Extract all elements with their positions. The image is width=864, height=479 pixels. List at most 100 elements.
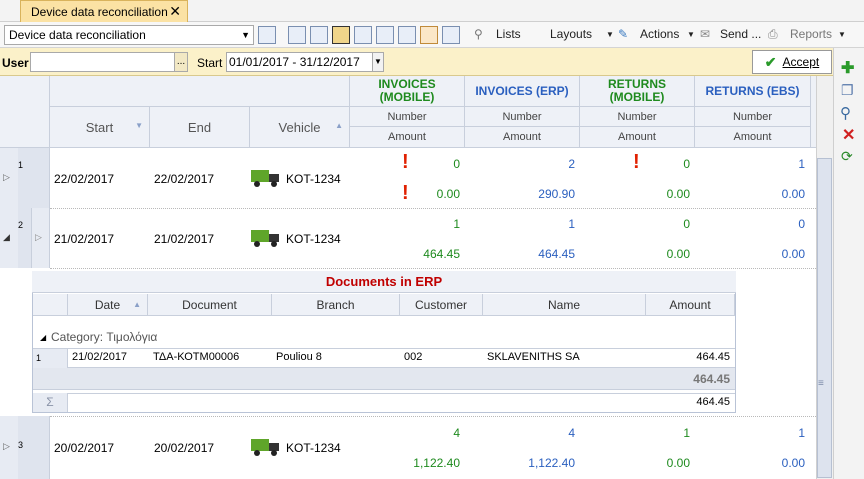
detail-table-row[interactable] bbox=[33, 348, 735, 368]
send-icon: ✉ bbox=[700, 27, 711, 41]
accept-button[interactable]: ✔ Accept bbox=[752, 50, 832, 74]
checkmark-icon: ✔ bbox=[764, 53, 777, 70]
invoices-mobile-number: 4 bbox=[453, 426, 460, 440]
form-view-icon[interactable] bbox=[288, 26, 306, 44]
subheader-amount[interactable]: Amount bbox=[695, 127, 811, 148]
detail-column-document[interactable]: Document bbox=[148, 294, 272, 316]
detail-column-date[interactable]: Date ▲ bbox=[68, 294, 148, 316]
close-icon[interactable]: ✕ bbox=[169, 3, 181, 20]
column-header-end[interactable]: End bbox=[150, 107, 250, 148]
subheader-number[interactable]: Number bbox=[465, 107, 580, 127]
browse-view-icon[interactable] bbox=[332, 26, 350, 44]
add-icon[interactable]: ✚ bbox=[841, 58, 854, 78]
expand-icon[interactable]: ▷ bbox=[3, 172, 10, 183]
category-group-label: Category: Τιμολόγια bbox=[51, 330, 158, 344]
returns-mobile-number: 0 bbox=[683, 157, 690, 171]
row-divider bbox=[50, 416, 816, 417]
returns-ebs-amount: 0.00 bbox=[781, 456, 805, 470]
grand-total: 464.45 bbox=[696, 396, 730, 408]
group-header-returns-mobile[interactable]: RETURNS (MOBILE) bbox=[580, 76, 695, 107]
search-icon[interactable]: ⚲ bbox=[840, 104, 851, 122]
filter-icon[interactable] bbox=[258, 26, 276, 44]
group-header-invoices-mobile[interactable]: INVOICES (MOBILE) bbox=[350, 76, 465, 107]
returns-ebs-amount: 0.00 bbox=[781, 247, 805, 261]
invoices-erp-number: 1 bbox=[568, 217, 575, 231]
invoices-mobile-amount: 0.00 bbox=[436, 187, 460, 201]
returns-ebs-number: 0 bbox=[798, 217, 805, 231]
expand-icon[interactable]: ▷ bbox=[3, 441, 10, 452]
row-number: 2 bbox=[18, 208, 32, 268]
group-header-spacer bbox=[50, 76, 350, 107]
column-header-vehicle-label: Vehicle bbox=[278, 119, 321, 135]
end-cell: 20/02/2017 bbox=[154, 441, 215, 455]
refresh-icon[interactable]: ⟳ bbox=[841, 148, 853, 165]
column-header-vehicle[interactable]: Vehicle ▲ bbox=[250, 107, 350, 148]
detail-name-cell: SKLAVENITHS SA bbox=[487, 351, 580, 363]
chevron-down-icon[interactable]: ▼ bbox=[372, 52, 384, 72]
invoices-erp-number: 4 bbox=[568, 426, 575, 440]
subheader-number[interactable]: Number bbox=[695, 107, 811, 127]
subheader-amount[interactable]: Amount bbox=[465, 127, 580, 148]
subheader-number[interactable]: Number bbox=[580, 107, 695, 127]
group-header-returns-ebs[interactable]: RETURNS (EBS) bbox=[695, 76, 811, 107]
delete-icon[interactable]: ✕ bbox=[842, 125, 855, 145]
table-view-icon[interactable] bbox=[354, 26, 372, 44]
lists-menu[interactable]: Lists bbox=[496, 27, 521, 41]
returns-mobile-number: 1 bbox=[683, 426, 690, 440]
refresh-icon[interactable] bbox=[420, 26, 438, 44]
scrollbar-thumb[interactable] bbox=[817, 158, 832, 478]
truck-icon bbox=[251, 230, 279, 247]
detail-column-amount[interactable]: Amount bbox=[646, 294, 735, 316]
truck-icon bbox=[251, 170, 279, 187]
copy-icon[interactable]: ❐ bbox=[841, 82, 854, 99]
invoices-mobile-number: 1 bbox=[453, 217, 460, 231]
edit-view-icon[interactable] bbox=[310, 26, 328, 44]
tab-device-data-reconciliation[interactable]: Device data reconciliation ✕ bbox=[20, 0, 188, 22]
vehicle-cell: KOT-1234 bbox=[286, 172, 341, 186]
subheader-amount[interactable]: Amount bbox=[580, 127, 695, 148]
row-number: 1 bbox=[18, 148, 50, 208]
chevron-down-icon: ▼ bbox=[241, 30, 250, 40]
group-header-invoices-erp[interactable]: INVOICES (ERP) bbox=[465, 76, 580, 107]
grid-view-icon[interactable] bbox=[376, 26, 394, 44]
returns-ebs-number: 1 bbox=[798, 157, 805, 171]
reports-menu[interactable]: Reports bbox=[790, 27, 832, 41]
row-indicator-header bbox=[0, 76, 50, 148]
user-input[interactable] bbox=[30, 52, 175, 72]
detail-column-customer[interactable]: Customer bbox=[400, 294, 483, 316]
subheader-amount[interactable]: Amount bbox=[350, 127, 465, 148]
detail-amount-cell: 464.45 bbox=[696, 351, 730, 363]
actions-menu[interactable]: Actions bbox=[640, 27, 679, 41]
subheader-number[interactable]: Number bbox=[350, 107, 465, 127]
start-cell: 21/02/2017 bbox=[54, 232, 115, 246]
invoices-erp-amount: 290.90 bbox=[538, 187, 575, 201]
vehicle-cell: KOT-1234 bbox=[286, 232, 341, 246]
invoices-erp-amount: 1,122.40 bbox=[528, 456, 575, 470]
start-label: Start bbox=[197, 56, 223, 70]
row-number: 3 bbox=[18, 416, 50, 479]
layouts-menu[interactable]: Layouts bbox=[550, 27, 592, 41]
returns-ebs-amount: 0.00 bbox=[781, 187, 805, 201]
detail-document-cell: ΤΔΑ-ΚΟΤΜ00006 bbox=[153, 351, 240, 363]
column-header-start[interactable]: Start ▼ bbox=[50, 107, 150, 148]
view-select[interactable]: Device data reconciliation ▼ bbox=[4, 25, 254, 45]
collapse-icon[interactable]: ◢ bbox=[40, 333, 46, 342]
chevron-down-icon[interactable]: ▼ bbox=[838, 30, 846, 39]
returns-mobile-number: 0 bbox=[683, 217, 690, 231]
row-divider bbox=[50, 208, 816, 209]
printer-icon: ⎙ bbox=[768, 27, 778, 41]
detail-column-branch[interactable]: Branch bbox=[272, 294, 400, 316]
detail-column-name[interactable]: Name bbox=[483, 294, 646, 316]
sort-asc-icon: ▲ bbox=[133, 300, 141, 309]
end-cell: 22/02/2017 bbox=[154, 172, 215, 186]
preview-icon[interactable] bbox=[398, 26, 416, 44]
collapse-icon[interactable]: ◢ bbox=[3, 232, 10, 243]
send-menu[interactable]: Send ... bbox=[720, 27, 761, 41]
chevron-down-icon[interactable]: ▼ bbox=[606, 30, 614, 39]
vehicle-cell: KOT-1234 bbox=[286, 441, 341, 455]
start-date-range-field[interactable]: 01/01/2017 - 31/12/2017 bbox=[226, 52, 374, 72]
user-lookup-button[interactable]: ... bbox=[174, 52, 188, 72]
chevron-down-icon[interactable]: ▼ bbox=[687, 30, 695, 39]
view-select-value: Device data reconciliation bbox=[9, 28, 146, 42]
calculator-icon[interactable] bbox=[442, 26, 460, 44]
